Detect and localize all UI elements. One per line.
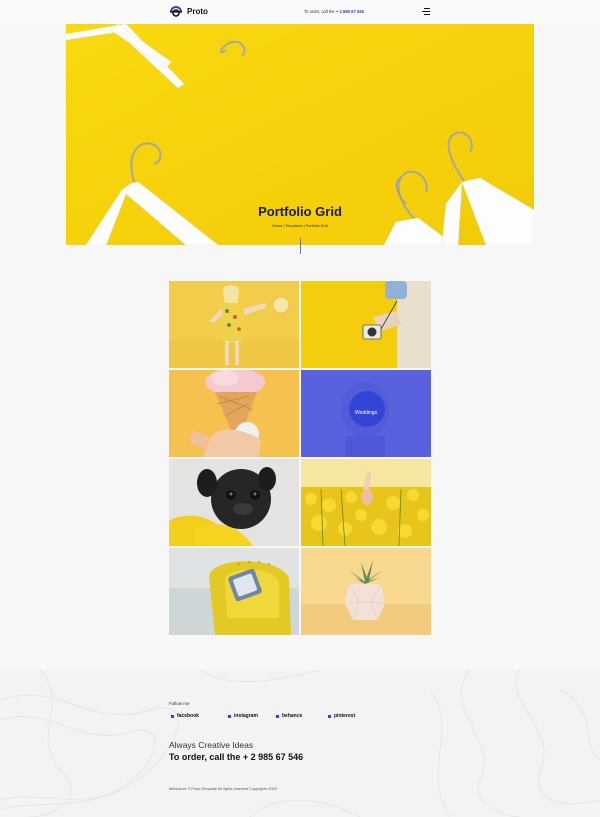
logo-link[interactable]: Proto (169, 5, 208, 17)
social-link-behance[interactable]: behance (276, 713, 328, 719)
follow-label: Follow me (169, 701, 190, 706)
site-header: Proto To order, call the + 2 985 67 546 (0, 0, 600, 24)
portfolio-item-pug[interactable] (169, 459, 299, 546)
social-links: facebook instagram behance pinterest (171, 713, 378, 719)
portfolio-item-armchair[interactable] (169, 548, 299, 635)
bullet-icon (328, 714, 331, 718)
scroll-indicator (300, 238, 301, 254)
footer-order-phone[interactable]: To order, call the + 2 985 67 546 (169, 752, 303, 762)
phone-prefix: To order, call the (304, 9, 335, 14)
hamburger-icon[interactable] (420, 7, 430, 16)
breadcrumb[interactable]: Home | Templates | Portfolio Grid (66, 224, 534, 228)
portfolio-grid: Weddings (169, 281, 431, 635)
copyright-text: Merkulove © Proto Template All rights re… (169, 787, 277, 791)
social-link-facebook[interactable]: facebook (171, 713, 228, 719)
hero-banner: Portfolio Grid Home | Templates | Portfo… (66, 24, 534, 245)
bullet-icon (171, 714, 174, 718)
portfolio-item-flowers[interactable] (301, 459, 431, 546)
category-label: Weddings (354, 410, 378, 416)
portfolio-item-weddings[interactable]: Weddings (301, 370, 431, 457)
portfolio-item-woman[interactable] (169, 281, 299, 368)
pug-in-yellow-hoodie-photo (169, 459, 299, 546)
portfolio-item-camera[interactable] (301, 281, 431, 368)
social-link-instagram[interactable]: instagram (228, 713, 276, 719)
portfolio-item-succulent[interactable] (301, 548, 431, 635)
hand-with-camera-photo (301, 281, 431, 368)
logo-icon (169, 5, 183, 17)
phone-number[interactable]: + 2 985 67 546 (336, 9, 364, 14)
bullet-icon (228, 714, 231, 718)
yellow-flower-field-photo (301, 459, 431, 546)
yellow-armchair-photo (169, 548, 299, 635)
topographic-pattern (0, 670, 600, 817)
social-link-pinterest[interactable]: pinterest (328, 713, 378, 719)
succulent-pot-photo (301, 548, 431, 635)
header-phone: To order, call the + 2 985 67 546 (304, 9, 364, 14)
woman-in-yellow-dress-photo (169, 281, 299, 368)
logo-text: Proto (187, 6, 208, 16)
portfolio-item-icecream[interactable] (169, 370, 299, 457)
overlay-circle (349, 391, 385, 427)
page-title: Portfolio Grid (258, 204, 342, 219)
ice-cream-cone-photo (169, 370, 299, 457)
bullet-icon (276, 714, 279, 718)
site-footer: Follow me facebook instagram behance pin… (0, 670, 600, 817)
footer-tagline: Always Creative Ideas (169, 740, 254, 750)
